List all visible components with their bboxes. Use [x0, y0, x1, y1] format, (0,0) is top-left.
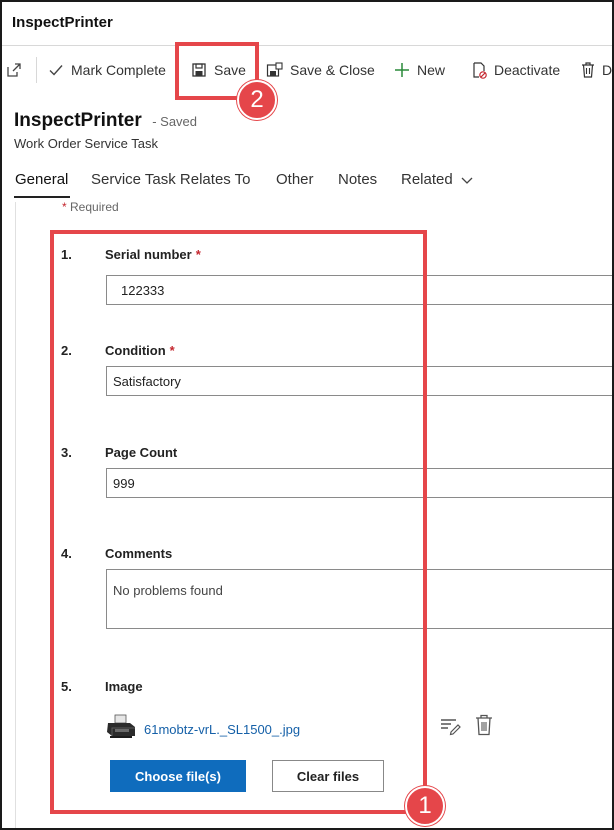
- save-status: - Saved: [152, 114, 198, 129]
- section-divider: [15, 202, 16, 828]
- record-name: InspectPrinter: [14, 110, 142, 131]
- mark-complete-button[interactable]: Mark Complete: [48, 47, 166, 93]
- mark-complete-label: Mark Complete: [71, 62, 166, 78]
- save-and-close-button[interactable]: Save & Close: [266, 47, 375, 93]
- chevron-down-icon: [461, 172, 473, 189]
- record-header: InspectPrinter - Saved: [14, 110, 197, 132]
- deactivate-button[interactable]: Deactivate: [471, 47, 560, 93]
- save-close-icon: [266, 61, 283, 79]
- pop-out-button[interactable]: [6, 47, 22, 93]
- save-and-close-label: Save & Close: [290, 62, 375, 78]
- tab-related-label: Related: [401, 171, 453, 188]
- command-bar: Mark Complete Save Save & Close New Deac: [2, 47, 612, 93]
- callout-badge-2: 2: [237, 80, 277, 120]
- tab-bar: General Service Task Relates To Other No…: [2, 162, 612, 200]
- deactivate-icon: [471, 61, 487, 79]
- delete-button[interactable]: D: [581, 47, 612, 93]
- required-note: * Required: [62, 200, 119, 214]
- tab-other[interactable]: Other: [276, 171, 314, 188]
- app-window: InspectPrinter Mark Complete Save Save &: [0, 0, 614, 830]
- pop-out-icon: [6, 62, 22, 78]
- tab-notes[interactable]: Notes: [338, 171, 377, 188]
- delete-label: D: [602, 62, 613, 78]
- callout-box-1: [50, 230, 427, 814]
- new-label: New: [417, 62, 446, 78]
- entity-name: Work Order Service Task: [14, 136, 159, 151]
- checkmark-icon: [48, 62, 64, 78]
- edit-file-icon[interactable]: [439, 714, 461, 741]
- title-bar: InspectPrinter: [2, 2, 612, 46]
- app-title: InspectPrinter: [12, 14, 113, 31]
- delete-file-icon[interactable]: [475, 714, 493, 741]
- command-separator: [36, 57, 37, 83]
- required-text: Required: [66, 200, 119, 214]
- new-button[interactable]: New: [394, 47, 445, 93]
- tab-related[interactable]: Related: [401, 171, 473, 189]
- plus-icon: [394, 62, 410, 78]
- tab-general[interactable]: General: [15, 171, 68, 188]
- tab-service-task-relates-to[interactable]: Service Task Relates To: [91, 171, 251, 188]
- callout-badge-1: 1: [405, 786, 445, 826]
- deactivate-label: Deactivate: [494, 62, 561, 78]
- active-tab-indicator: [14, 196, 70, 198]
- trash-icon: [581, 62, 595, 78]
